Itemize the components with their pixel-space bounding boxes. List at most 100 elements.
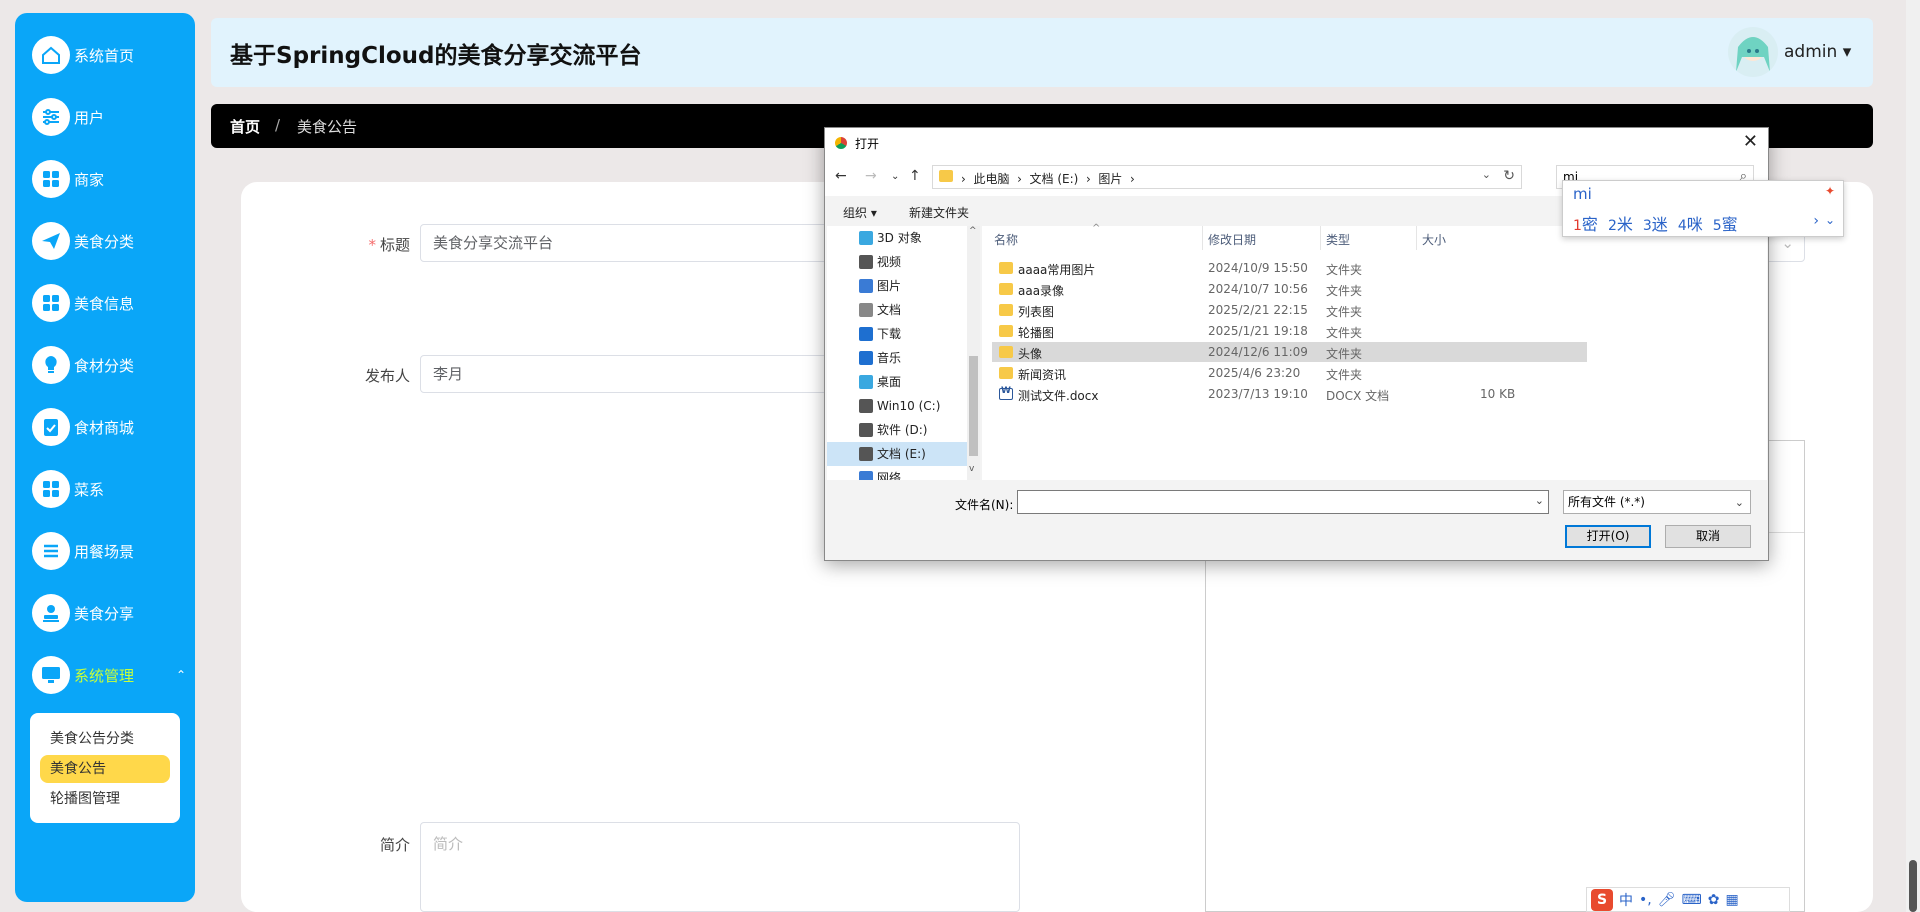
file-name: aaa录像 bbox=[1018, 284, 1065, 298]
file-date: 2025/1/21 19:18 bbox=[1208, 324, 1308, 338]
sidebar-item[interactable]: 食材分类 bbox=[32, 343, 192, 387]
file-row[interactable]: aaa录像 2024/10/7 10:56 文件夹 bbox=[992, 279, 1587, 299]
sidebar-item[interactable]: 菜系 bbox=[32, 467, 192, 511]
tree-item[interactable]: 网络 bbox=[827, 466, 967, 480]
scrollbar-thumb[interactable] bbox=[1909, 860, 1917, 912]
drive-icon bbox=[859, 447, 873, 461]
ime-candidate[interactable]: 4咪 bbox=[1678, 215, 1713, 234]
tree-item[interactable]: 视频 bbox=[827, 250, 967, 274]
punctuation-icon[interactable]: •, bbox=[1639, 892, 1652, 908]
picture-icon bbox=[859, 279, 873, 293]
submenu-item-notice[interactable]: 美食公告 bbox=[40, 755, 170, 783]
user-menu[interactable]: admin ▾ bbox=[1784, 42, 1851, 62]
cancel-button[interactable]: 取消 bbox=[1665, 525, 1751, 548]
column-divider[interactable] bbox=[1416, 226, 1417, 250]
scroll-down-icon[interactable]: v bbox=[969, 464, 974, 474]
file-name: aaaa常用图片 bbox=[1018, 263, 1096, 277]
file-row[interactable]: 新闻资讯 2025/4/6 23:20 文件夹 bbox=[992, 363, 1587, 383]
column-type[interactable]: 类型 bbox=[1326, 231, 1350, 248]
path-segment[interactable]: 此电脑 bbox=[973, 172, 1009, 186]
toolbox-icon[interactable]: ▦ bbox=[1725, 892, 1738, 908]
avatar[interactable] bbox=[1728, 27, 1778, 77]
sidebar-item[interactable]: 用户 bbox=[32, 95, 192, 139]
submenu-item-notice-category[interactable]: 美食公告分类 bbox=[40, 725, 170, 753]
back-arrow-icon[interactable]: ← bbox=[835, 168, 847, 184]
ime-candidate[interactable]: 3迷 bbox=[1643, 215, 1678, 234]
sidebar-item[interactable]: 食材商城 bbox=[32, 405, 192, 449]
file-type: DOCX 文档 bbox=[1326, 389, 1390, 403]
page-title: 基于SpringCloud的美食分享交流平台 bbox=[230, 43, 642, 69]
column-date[interactable]: 修改日期 bbox=[1208, 231, 1256, 248]
ime-candidate-window: mi ✦ 1密 2米 3迷 4咪 5蜜 › ⌄ bbox=[1562, 180, 1844, 237]
file-row[interactable]: 头像 2024/12/6 11:09 文件夹 bbox=[992, 342, 1587, 362]
tree-scrollbar-thumb[interactable] bbox=[969, 356, 978, 456]
sidebar-item[interactable]: 用餐场景 bbox=[32, 529, 192, 573]
filename-dropdown-icon[interactable]: ⌄ bbox=[1535, 494, 1544, 507]
microphone-icon[interactable]: 🎤︎ bbox=[1658, 892, 1676, 908]
filetype-select[interactable]: 所有文件 (*.*) ⌄ bbox=[1563, 490, 1751, 514]
column-divider[interactable] bbox=[1320, 226, 1321, 250]
file-row[interactable]: 列表图 2025/2/21 22:15 文件夹 bbox=[992, 300, 1587, 320]
tree-item[interactable]: 图片 bbox=[827, 274, 967, 298]
address-dropdown-icon[interactable]: ⌄ bbox=[1482, 168, 1491, 181]
scroll-up-icon[interactable]: ^ bbox=[969, 226, 977, 236]
dialog-title: 打开 bbox=[855, 137, 880, 151]
expand-icon[interactable]: ⌄ bbox=[1825, 213, 1835, 227]
path-segment[interactable]: 图片 bbox=[1098, 172, 1122, 186]
file-type: 文件夹 bbox=[1326, 326, 1363, 340]
publisher-input[interactable]: 李月 bbox=[420, 355, 830, 393]
forward-arrow-icon[interactable]: → bbox=[865, 168, 877, 184]
title-input[interactable]: 美食分享交流平台 bbox=[420, 224, 830, 262]
sidebar-item[interactable]: 系统首页 bbox=[32, 33, 192, 77]
file-row[interactable]: 轮播图 2025/1/21 19:18 文件夹 bbox=[992, 321, 1587, 341]
tree-item[interactable]: 软件 (D:) bbox=[827, 418, 967, 442]
tree-scrollbar[interactable]: ^ v bbox=[967, 226, 980, 480]
tree-item-label: 桌面 bbox=[877, 375, 902, 389]
ime-language[interactable]: 中 bbox=[1619, 890, 1633, 910]
tree-item-label: 音乐 bbox=[877, 351, 902, 365]
submenu-item-carousel[interactable]: 轮播图管理 bbox=[40, 785, 170, 813]
sidebar-item[interactable]: 商家 bbox=[32, 157, 192, 201]
ime-toolbar: S 中 •, 🎤︎ ⌨ ✿ ▦ bbox=[1586, 887, 1790, 912]
tree-item[interactable]: 文档 bbox=[827, 298, 967, 322]
path-segment[interactable]: 文档 (E:) bbox=[1030, 172, 1079, 186]
keyboard-icon[interactable]: ⌨ bbox=[1682, 892, 1702, 908]
tree-item[interactable]: 3D 对象 bbox=[827, 226, 967, 250]
ime-candidate[interactable]: 1密 bbox=[1573, 215, 1608, 234]
tree-item[interactable]: Win10 (C:) bbox=[827, 394, 967, 418]
recent-dropdown-icon[interactable]: ⌄ bbox=[891, 171, 899, 182]
tree-item-label: 文档 (E:) bbox=[877, 447, 926, 461]
sidebar-item[interactable]: 系统管理 ⌃ bbox=[32, 653, 192, 697]
new-folder-button[interactable]: 新建文件夹 bbox=[909, 204, 969, 221]
ime-pinyin: mi bbox=[1573, 185, 1592, 203]
column-divider[interactable] bbox=[1202, 226, 1203, 250]
skin-icon[interactable]: ✿ bbox=[1708, 892, 1720, 908]
sidebar-item[interactable]: 美食分类 bbox=[32, 219, 192, 263]
breadcrumb-home[interactable]: 首页 bbox=[230, 116, 260, 137]
page-scrollbar[interactable] bbox=[1906, 0, 1920, 912]
refresh-icon[interactable]: ↻ bbox=[1503, 168, 1515, 184]
ime-candidate[interactable]: 2米 bbox=[1608, 215, 1643, 234]
ime-candidate[interactable]: 5蜜 bbox=[1713, 215, 1748, 234]
next-page-icon[interactable]: › bbox=[1813, 213, 1819, 229]
sidebar-item-label: 美食分享 bbox=[74, 604, 135, 623]
open-button[interactable]: 打开(O) bbox=[1565, 525, 1651, 548]
close-icon[interactable]: ✕ bbox=[1743, 131, 1758, 152]
column-name[interactable]: 名称 bbox=[994, 231, 1018, 248]
tree-item-label: 3D 对象 bbox=[877, 231, 922, 245]
address-bar[interactable]: › 此电脑 › 文档 (E:) › 图片 › ⌄ ↻ bbox=[932, 165, 1522, 189]
file-row[interactable]: 测试文件.docx 2023/7/13 19:10 DOCX 文档 10 KB bbox=[992, 384, 1587, 404]
tree-item[interactable]: 下载 bbox=[827, 322, 967, 346]
column-size[interactable]: 大小 bbox=[1422, 231, 1446, 248]
up-arrow-icon[interactable]: ↑ bbox=[909, 168, 921, 184]
intro-textarea[interactable]: 简介 bbox=[420, 822, 1020, 912]
tree-item[interactable]: 文档 (E:) bbox=[827, 442, 967, 466]
tree-item[interactable]: 桌面 bbox=[827, 370, 967, 394]
sidebar-item[interactable]: 美食分享 bbox=[32, 591, 192, 635]
sogou-logo-icon[interactable]: S bbox=[1591, 888, 1613, 911]
file-row[interactable]: aaaa常用图片 2024/10/9 15:50 文件夹 bbox=[992, 258, 1587, 278]
sidebar-item[interactable]: 美食信息 bbox=[32, 281, 192, 325]
tree-item[interactable]: 音乐 bbox=[827, 346, 967, 370]
filename-input[interactable]: ⌄ bbox=[1017, 490, 1549, 514]
organize-button[interactable]: 组织 ▾ bbox=[843, 204, 877, 221]
